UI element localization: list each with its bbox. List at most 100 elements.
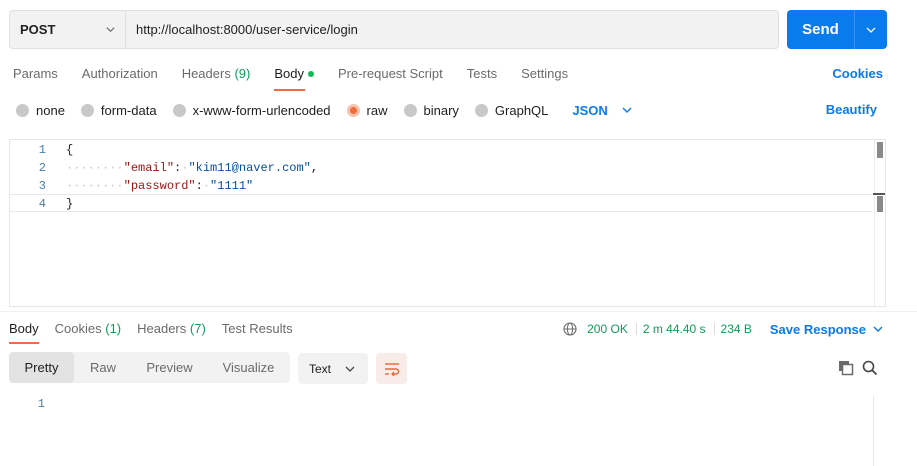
line-code: } [66,195,73,213]
send-label: Send [802,21,839,38]
tab-label: Test Results [221,321,293,336]
radio-raw[interactable]: raw [346,102,388,118]
body-type-options: none form-data x-www-form-urlencoded raw… [16,101,632,119]
radio-label: x-www-form-urlencoded [192,102,331,118]
brace: { [66,143,74,157]
json-key: "email" [123,161,175,175]
editor-line-current: 4 } [10,194,872,212]
scrollbar-marker [873,193,885,195]
radio-circle [403,103,417,117]
view-visualize-button[interactable]: Visualize [207,352,290,383]
tab-params[interactable]: Params [13,66,58,88]
search-icon[interactable] [862,360,878,379]
tab-label: Body [9,321,39,336]
scrollbar-thumb[interactable] [877,142,883,158]
radio-circle-selected [346,103,360,117]
chevron-down-icon [866,27,876,33]
tab-pre-request-script[interactable]: Pre-request Script [338,66,443,88]
tab-settings[interactable]: Settings [521,66,568,88]
save-response-label: Save Response [769,321,866,337]
radio-graphql[interactable]: GraphQL [474,102,549,118]
copy-icon[interactable] [838,360,854,379]
tab-response-cookies[interactable]: Cookies (1) [55,321,121,343]
tab-label: Settings [521,66,569,81]
radio-circle [16,103,29,117]
tab-response-body[interactable]: Body [9,321,39,344]
wrap-lines-button[interactable] [376,353,407,384]
radio-label: binary [423,102,459,118]
send-button[interactable]: Send [787,10,887,49]
language-label: JSON [572,102,608,118]
tab-count: (1) [105,321,122,336]
editor-line: 1 { [10,141,872,159]
response-tabs: Body Cookies (1) Headers (7) Test Result… [9,321,309,344]
response-status: 200 OK 2 m 44.40 s 234 B Save Response [563,321,883,337]
tab-label: Pre-request Script [337,66,443,81]
radio-circle [80,103,94,117]
radio-urlencoded[interactable]: x-www-form-urlencoded [172,102,331,118]
chevron-down-icon [106,27,115,33]
tab-authorization[interactable]: Authorization [82,66,158,88]
line-number: 4 [38,197,46,211]
request-tabs: Params Authorization Headers (9) Body Pr… [13,66,592,91]
method-label: POST [20,22,56,37]
tab-label: Tests [466,66,498,81]
chevron-down-icon [622,107,632,113]
tab-tests[interactable]: Tests [467,66,497,88]
radio-label: GraphQL [494,102,549,118]
radio-form-data[interactable]: form-data [80,102,157,118]
format-select[interactable]: Text [298,353,368,384]
json-value: "kim11@naver.com" [188,161,311,175]
chevron-down-icon [873,326,883,332]
chevron-down-icon [345,366,355,372]
view-pretty-button[interactable]: Pretty [9,352,74,383]
status-separator [635,323,637,335]
radio-label: none [36,102,65,118]
line-number: 1 [37,397,45,411]
beautify-button[interactable]: Beautify [826,102,877,117]
pane-divider[interactable] [0,311,917,312]
brace: } [66,197,74,211]
request-body-editor[interactable]: 1 { 2 ········"email":·"kim11@naver.com"… [9,139,886,307]
tab-label: Body [274,66,304,81]
radio-binary[interactable]: binary [403,102,459,118]
response-scrollbar[interactable] [873,396,887,466]
radio-none[interactable]: none [16,103,65,118]
editor-divider [874,140,875,306]
tab-count: (7) [189,321,206,336]
tab-label: Headers [137,321,187,336]
save-response-button[interactable]: Save Response [770,322,883,337]
view-preview-button[interactable]: Preview [132,352,207,383]
editor-line: 2 ········"email":·"kim11@naver.com", [10,159,872,177]
radio-label: raw [366,102,388,118]
radio-label: form-data [100,102,157,118]
body-indicator-dot [307,70,314,77]
response-size[interactable]: 234 B [721,322,752,336]
wrap-icon [384,362,399,376]
language-select[interactable]: JSON [572,102,632,118]
method-select[interactable]: POST [10,11,126,48]
cookies-link[interactable]: Cookies [832,66,883,81]
globe-icon[interactable] [563,322,577,336]
tab-label: Authorization [81,66,158,81]
tab-response-headers[interactable]: Headers (7) [137,321,206,343]
send-options-button[interactable] [855,25,887,35]
radio-circle [172,103,186,117]
status-code[interactable]: 200 OK [587,322,628,336]
tab-body[interactable]: Body [274,66,314,91]
format-label: Text [309,361,332,376]
tab-label: Params [13,66,58,81]
response-time[interactable]: 2 m 44.40 s [643,322,706,336]
line-number: 1 [38,143,46,157]
radio-circle [474,103,488,117]
editor-line: 3 ········"password":·"1111" [10,177,872,195]
tab-count: (9) [234,66,251,81]
scrollbar-thumb[interactable] [877,196,883,212]
view-raw-button[interactable]: Raw [74,352,132,383]
line-code: ········"email":·"kim11@naver.com", [66,161,319,175]
tab-label: Headers [181,66,231,81]
tab-headers[interactable]: Headers (9) [182,66,251,88]
url-input[interactable] [126,11,778,48]
tab-test-results[interactable]: Test Results [222,321,293,343]
json-key: "password" [123,179,196,193]
